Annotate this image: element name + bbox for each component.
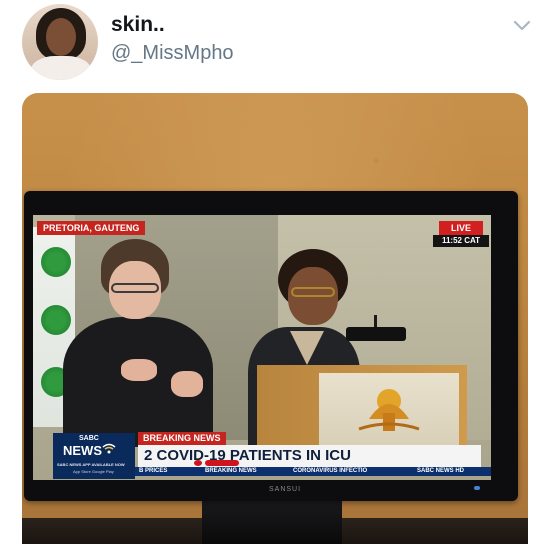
tweet-header: skin.. @_MissMpho [0,0,542,90]
news-ticker: B PRICES BREAKING NEWS CORONAVIRUS INFEC… [135,467,491,476]
breaking-news-label: BREAKING NEWS [138,432,226,445]
ticker-item: SABC NEWS HD [417,468,465,474]
chevron-down-icon[interactable] [511,14,533,36]
ticker-item: BREAKING NEWS [205,468,257,474]
avatar-shirt [30,56,92,80]
ticker-item: CORONAVIRUS INFECTIO [293,468,368,474]
mic-base [346,327,406,341]
headline: 2 COVID-19 PATIENTS IN ICU [138,445,481,467]
interpreter-hand [171,371,203,397]
user-handle[interactable]: @_MissMpho [111,42,234,65]
tv-screen: PRETORIA, GAUTENG LIVE 11:52 CAT SABC NE… [33,215,491,480]
sign-language-interpreter [51,239,226,447]
tv-power-led [474,486,480,490]
live-badge: LIVE [439,221,483,235]
speaker-glasses [291,287,335,297]
news-lower-third: SABC NEWS SABC NEWS APP AVAILABLE NOW Ap… [33,429,491,480]
logo-app-line: SABC NEWS APP AVAILABLE NOW [57,462,125,467]
microphone-icon [346,315,406,341]
red-highlight-marks [194,460,239,466]
location-tag: PRETORIA, GAUTENG [37,221,146,235]
live-time: 11:52 CAT [433,235,489,247]
ticker-item: B PRICES [139,468,168,474]
logo-news-text: NEWS [63,443,102,458]
logo-sabc-text: SABC [79,435,99,442]
tv-brand-label: SANSUI [269,486,302,493]
tweet-photo[interactable]: SANSUI PRETORIA, GAUTENG LIVE 11:52 CAT … [22,93,528,544]
broadcast-signal-icon [102,443,116,454]
display-name[interactable]: skin.. [111,13,165,37]
avatar-face [46,18,76,56]
logo-app-stores: App Store Google Play [73,469,114,474]
tv-stand [202,500,342,544]
avatar[interactable] [22,4,98,80]
interpreter-hand [121,359,157,381]
interpreter-glasses [111,283,159,293]
